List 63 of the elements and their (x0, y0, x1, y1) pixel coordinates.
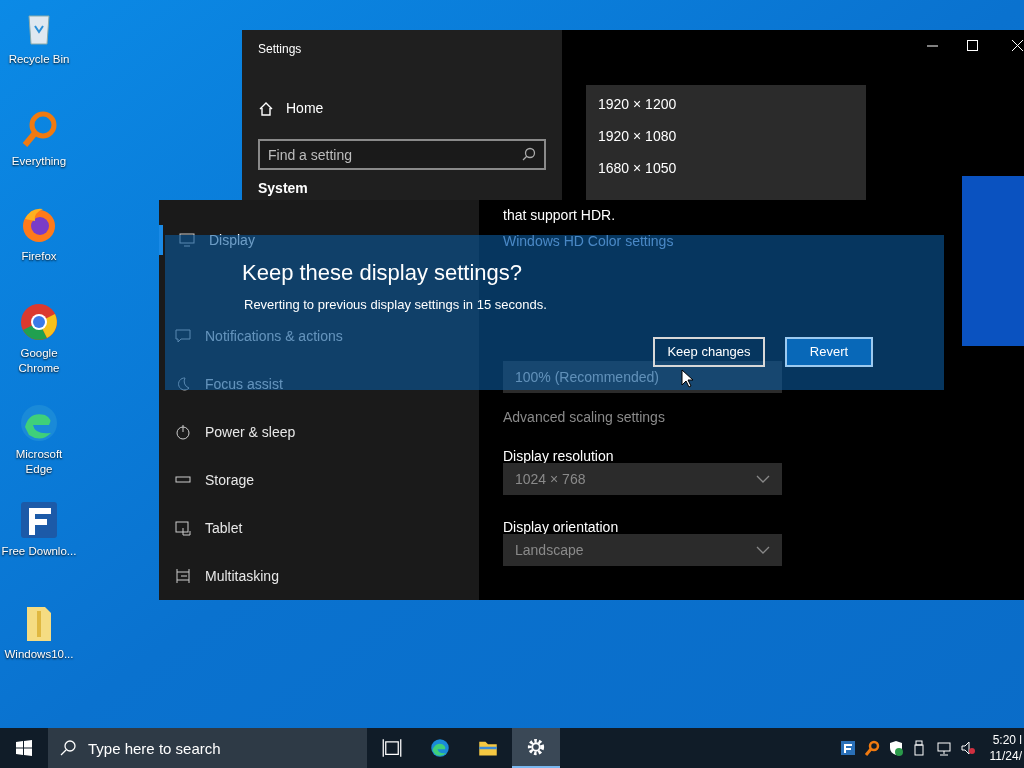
list-option[interactable]: 1920 × 1080 (598, 127, 866, 146)
download-app-icon (839, 740, 856, 756)
body-text: that support HDR. (503, 206, 616, 225)
resolution-dropdown[interactable]: 1024 × 768 (503, 463, 782, 495)
windows-icon (16, 740, 32, 756)
power-icon (175, 424, 191, 440)
search-icon (522, 147, 536, 161)
chevron-icon (756, 546, 770, 554)
list-option[interactable]: 1680 × 1050 (598, 159, 866, 178)
nav-item[interactable]: Multitasking (159, 561, 479, 591)
desktop-icon-label[interactable]: Free Downlo... (1, 544, 77, 559)
orientation-dropdown[interactable]: Landscape (503, 534, 782, 566)
hd-color-link[interactable]: Windows HD Color settings (503, 231, 674, 252)
magnifier-icon (863, 740, 880, 756)
dialog-title: Keep these display settings? (242, 259, 523, 287)
dialog-message: Reverting to previous display settings in 15 seconds. (244, 296, 547, 314)
cursor-icon (681, 369, 693, 388)
multi-icon (175, 568, 191, 584)
shield-icon (887, 740, 904, 756)
list-option[interactable]: 1920 × 1200 (598, 95, 866, 114)
desktop-icon-label[interactable]: Everything (1, 154, 77, 169)
nav-item[interactable]: Notifications & actions (159, 321, 479, 351)
advanced-scaling-link[interactable]: Advanced scaling settings (503, 407, 665, 428)
task-view-icon (382, 738, 402, 758)
desktop-icon-label[interactable]: Google Chrome (1, 346, 77, 376)
home-icon (258, 100, 274, 117)
revert-button[interactable]: Revert (785, 337, 873, 367)
nav-item[interactable]: Power & sleep (159, 417, 479, 447)
desktop-icon-label[interactable]: Recycle Bin (1, 52, 77, 67)
network-icon (935, 740, 952, 756)
edge-icon (19, 403, 59, 443)
desktop-icon-label[interactable]: Microsoft Edge (1, 447, 77, 477)
search-icon (60, 740, 76, 756)
search-field[interactable]: Find a setting (258, 139, 546, 170)
section-heading: System (258, 179, 309, 198)
nav-item[interactable]: Storage (159, 465, 479, 495)
edge-icon (430, 738, 450, 758)
message-icon (175, 328, 191, 344)
scaling-dropdown[interactable]: 100% (Recommended) (503, 361, 782, 393)
gear-icon (526, 737, 546, 757)
clock-time[interactable]: 5:20 l (992, 732, 1022, 748)
chrome-icon (19, 302, 59, 342)
nav-item[interactable]: Display (159, 225, 479, 255)
close-icon (1012, 40, 1023, 51)
desktop-icon-label[interactable]: Firefox (1, 249, 77, 264)
field-label: Display resolution (503, 447, 614, 466)
download-app-icon (19, 500, 59, 540)
taskbar-app[interactable] (512, 728, 560, 768)
nav-item[interactable]: Tablet (159, 513, 479, 543)
desktop-icon-label[interactable]: Windows10... (1, 647, 77, 662)
maximize-icon (967, 40, 978, 51)
chevron-icon (756, 475, 770, 483)
keep-button[interactable]: Keep changes (653, 337, 765, 367)
display-icon (179, 232, 195, 248)
tablet-icon (175, 520, 191, 536)
taskbar-search-field[interactable]: Type here to search (48, 728, 367, 768)
moon-icon (175, 376, 191, 392)
field-label: Display orientation (503, 518, 619, 537)
window-title: Settings (258, 41, 303, 58)
clock-date[interactable]: 11/24/ (989, 748, 1022, 764)
muted-speaker-icon (959, 740, 976, 756)
home-item[interactable]: Home (258, 98, 546, 119)
nav-item[interactable]: Focus assist (159, 369, 479, 399)
